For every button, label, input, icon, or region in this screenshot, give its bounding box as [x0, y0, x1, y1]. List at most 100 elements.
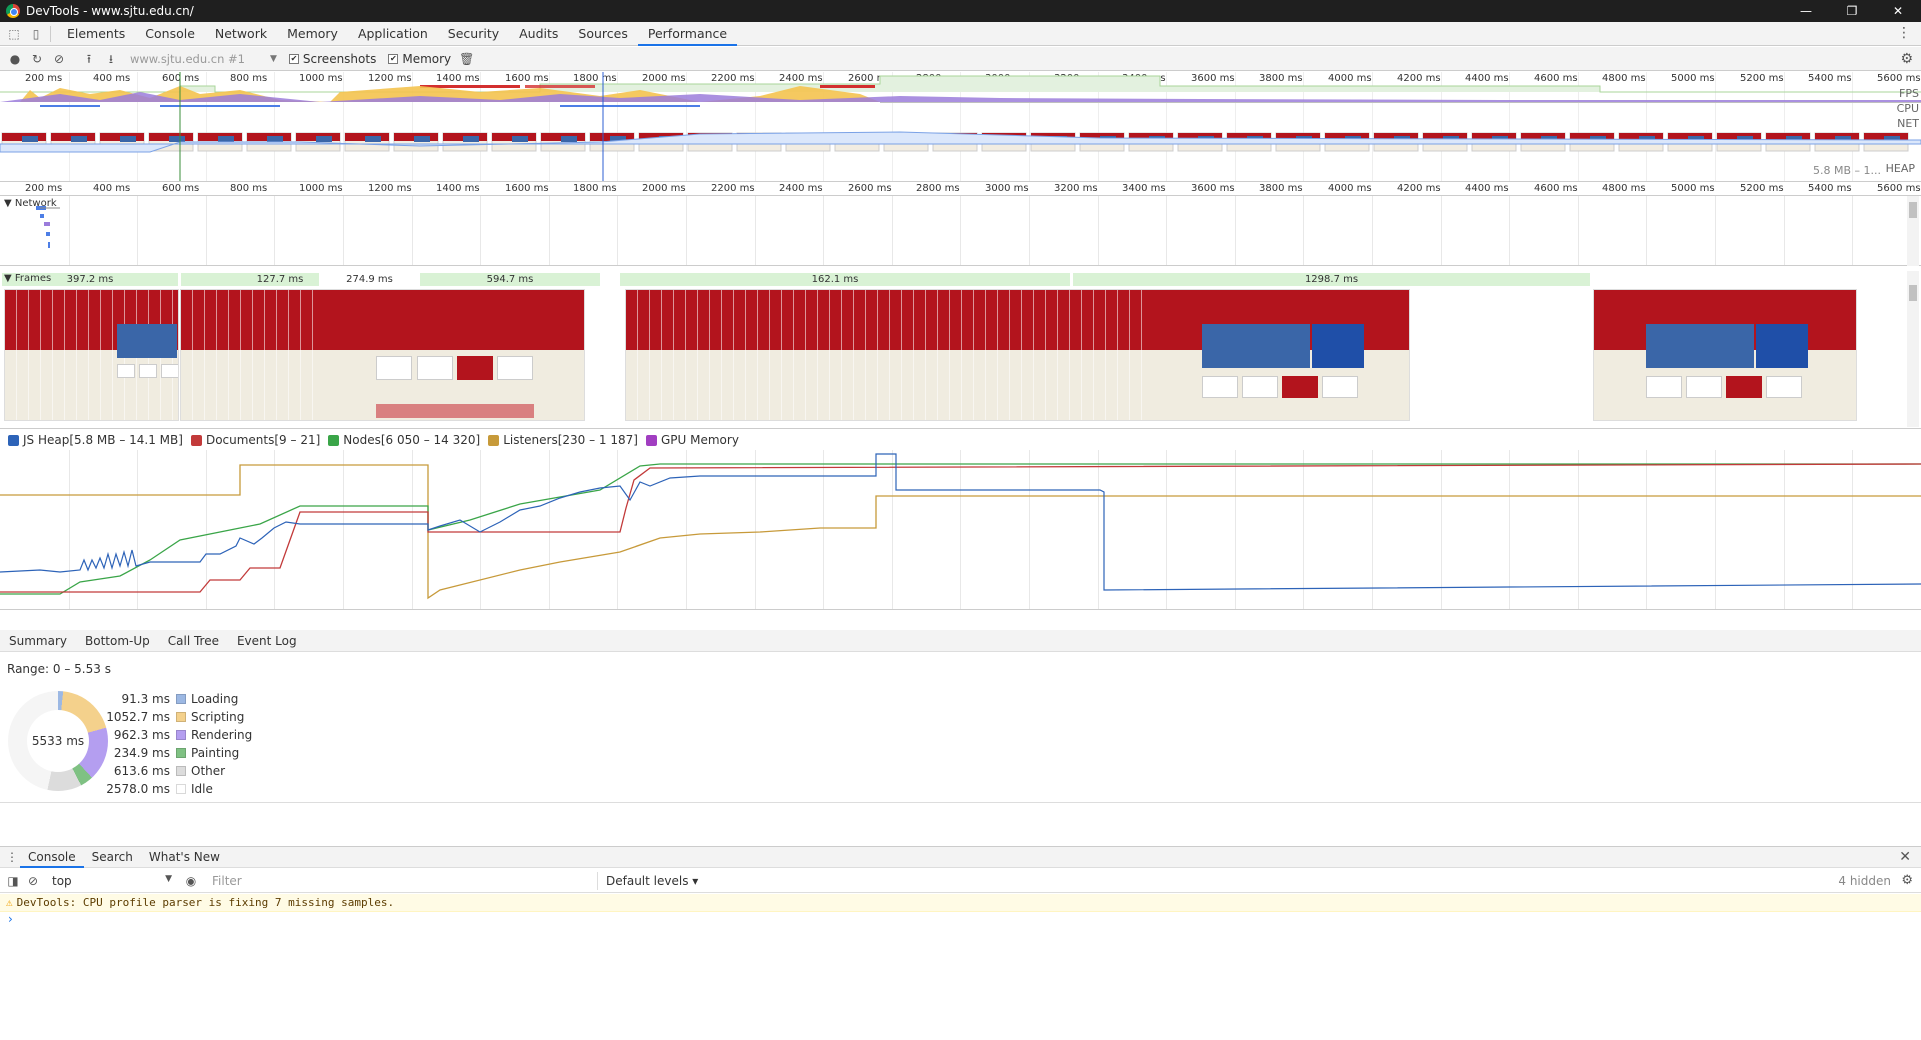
heap-label: HEAP: [1885, 162, 1915, 175]
frame-tick-overlay: [626, 290, 1151, 420]
page-card: [1202, 376, 1238, 398]
page-photo: [117, 324, 177, 358]
thumb-photo: [120, 136, 136, 142]
console-prompt[interactable]: ›: [8, 912, 13, 926]
net-request-bar: [40, 105, 100, 107]
live-expression-eye-icon[interactable]: ◉: [184, 874, 198, 888]
documents-counter[interactable]: Documents[9 – 21]: [190, 433, 320, 447]
clear-icon[interactable]: ⊘: [52, 52, 66, 66]
ruler-tick-label: 5000 ms: [1671, 183, 1715, 194]
color-swatch: [176, 712, 186, 722]
counter-checkbox-icon: [488, 434, 500, 446]
frame-screenshot[interactable]: [625, 289, 1410, 421]
frames-scrollbar[interactable]: [1907, 271, 1919, 427]
capture-settings-gear-icon[interactable]: ⚙: [1900, 51, 1913, 67]
tab-console[interactable]: Console: [135, 22, 205, 46]
thumb-photo: [22, 136, 38, 142]
reload-record-icon[interactable]: ↻: [30, 52, 44, 66]
js-heap-counter[interactable]: JS Heap[5.8 MB – 14.1 MB]: [8, 433, 183, 447]
memory-lines: [0, 453, 1921, 600]
tab-performance[interactable]: Performance: [637, 22, 738, 46]
tab-application[interactable]: Application: [348, 22, 438, 46]
tab-sources[interactable]: Sources: [568, 22, 637, 46]
range-label: Range: 0 – 5.53 s: [7, 662, 111, 676]
tab-audits[interactable]: Audits: [509, 22, 568, 46]
restore-button[interactable]: ❐: [1829, 0, 1875, 22]
frame-bar[interactable]: 162.1 ms: [620, 273, 1070, 286]
frame-bar[interactable]: 274.9 ms: [322, 273, 417, 286]
ruler-tick-label: 400 ms: [93, 183, 131, 194]
color-swatch: [176, 748, 186, 758]
console-toolbar: ◨ ⊘ top ▼ ◉ Filter Default levels ▾ 4 hid…: [0, 869, 1921, 893]
page-card: [1766, 376, 1802, 398]
drawer-tab-whats-new[interactable]: What's New: [141, 846, 228, 868]
frames-track[interactable]: ▼ Frames 397.2 ms 127.7 ms 274.9 ms 594.…: [0, 271, 1921, 429]
network-track[interactable]: ▼ Network: [0, 196, 1921, 266]
inspect-element-icon[interactable]: ⬚: [6, 26, 22, 42]
load-profile-icon[interactable]: ⭱: [82, 52, 96, 66]
scrollbar-thumb[interactable]: [1909, 285, 1917, 301]
gridline: [343, 196, 344, 265]
frame-screenshot[interactable]: [4, 289, 179, 421]
tab-elements[interactable]: Elements: [57, 22, 135, 46]
tab-memory[interactable]: Memory: [277, 22, 348, 46]
memory-counter-graph[interactable]: [0, 450, 1921, 610]
sidebar-toggle-icon[interactable]: ◨: [6, 874, 20, 888]
ruler-tick-label: 5600 ms: [1877, 183, 1921, 194]
gridline: [1578, 196, 1579, 265]
page-photo: [1202, 324, 1310, 368]
close-window-button[interactable]: ✕: [1875, 0, 1921, 22]
timeline-overview[interactable]: 200 ms 400 ms 600 ms 800 ms 1000 ms 1200 ms 14…: [0, 72, 1921, 182]
log-levels-dropdown[interactable]: Default levels ▾: [606, 874, 698, 888]
save-profile-icon[interactable]: ⭳: [104, 52, 118, 66]
drawer-tab-console[interactable]: Console: [20, 846, 84, 868]
nodes-counter[interactable]: Nodes[6 050 – 14 320]: [328, 433, 480, 447]
listeners-counter[interactable]: Listeners[230 – 1 187]: [488, 433, 638, 447]
trash-icon[interactable]: 🗑: [459, 52, 474, 66]
minimize-button[interactable]: —: [1783, 0, 1829, 22]
category-label: Scripting: [191, 710, 245, 724]
window-title: DevTools - www.sjtu.edu.cn/: [26, 4, 194, 18]
network-scrollbar[interactable]: [1907, 196, 1919, 266]
gridline: [1303, 196, 1304, 265]
frame-bar[interactable]: 127.7 ms: [181, 273, 319, 286]
gridline: [1784, 196, 1785, 265]
scrollbar-thumb[interactable]: [1909, 202, 1917, 218]
more-options-icon[interactable]: ⋮: [1897, 25, 1911, 41]
gridline: [686, 196, 687, 265]
recording-select[interactable]: www.sjtu.edu.cn #1: [130, 52, 270, 66]
tab-security[interactable]: Security: [438, 22, 509, 46]
overview-screenshot-thumb: [491, 132, 537, 152]
frame-bar[interactable]: 594.7 ms: [420, 273, 600, 286]
device-toolbar-icon[interactable]: ▯: [28, 26, 44, 42]
tab-summary[interactable]: Summary: [0, 634, 76, 648]
frame-screenshot[interactable]: [1593, 289, 1857, 421]
clear-console-icon[interactable]: ⊘: [26, 874, 40, 888]
console-filter-input[interactable]: Filter: [208, 871, 598, 890]
gridline: [1852, 196, 1853, 265]
legend-row-idle: 2578.0 ms Idle: [104, 780, 252, 798]
ruler-tick-label: 1800 ms: [573, 183, 617, 194]
drawer-menu-icon[interactable]: ⋮: [4, 850, 20, 864]
memory-checkbox[interactable]: ✔ Memory: [388, 52, 451, 66]
counter-label: GPU Memory: [660, 433, 739, 447]
summary-legend: 91.3 ms Loading 1052.7 ms Scripting 962.3 …: [104, 690, 252, 798]
fps-label: FPS: [1899, 87, 1919, 100]
tab-call-tree[interactable]: Call Tree: [159, 634, 228, 648]
console-settings-gear-icon[interactable]: ⚙: [1901, 873, 1913, 888]
tab-network[interactable]: Network: [205, 22, 277, 46]
drawer-tab-search[interactable]: Search: [84, 846, 141, 868]
frame-screenshot[interactable]: [180, 289, 585, 421]
gridline: [1235, 196, 1236, 265]
ruler-tick-label: 4200 ms: [1397, 183, 1441, 194]
page-card: [139, 364, 157, 378]
context-select[interactable]: top ▼: [52, 874, 172, 888]
record-icon[interactable]: ●: [8, 52, 22, 66]
frames-track-header[interactable]: ▼ Frames: [4, 273, 51, 284]
tab-bottom-up[interactable]: Bottom-Up: [76, 634, 159, 648]
frame-bar[interactable]: 1298.7 ms: [1073, 273, 1590, 286]
tab-event-log[interactable]: Event Log: [228, 634, 306, 648]
gpu-memory-counter[interactable]: GPU Memory: [645, 433, 739, 447]
screenshots-checkbox[interactable]: ✔ Screenshots: [288, 52, 376, 66]
close-drawer-icon[interactable]: ✕: [1899, 849, 1911, 865]
